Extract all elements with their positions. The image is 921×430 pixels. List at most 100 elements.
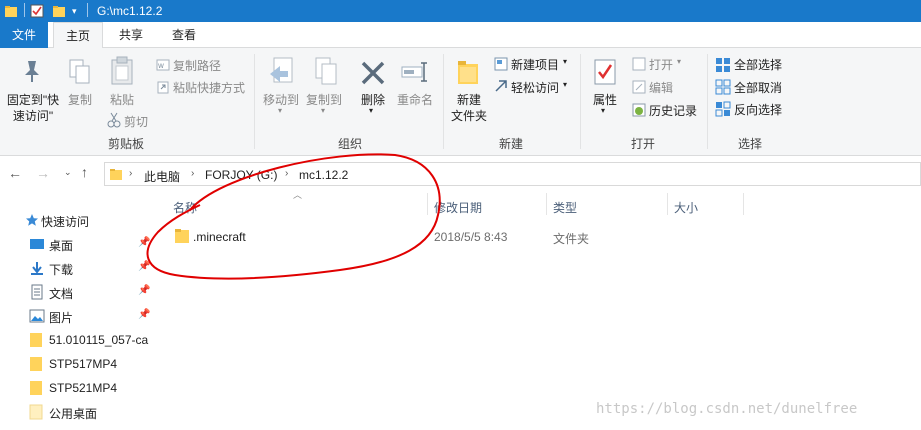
easy-access-icon: [495, 80, 507, 92]
cut-label: 剪切: [124, 115, 149, 129]
scissors-icon: [107, 112, 121, 128]
group-separator: [443, 54, 444, 149]
tab-home[interactable]: 主页: [53, 22, 103, 49]
file-date: 2018/5/5 8:43: [434, 230, 508, 244]
tab-file[interactable]: 文件: [0, 22, 48, 48]
nav-item-folder[interactable]: STP517MP4: [0, 353, 155, 375]
back-arrow-icon[interactable]: ←: [8, 165, 22, 181]
pin-label-2: 速访问": [12, 109, 54, 123]
file-name: .minecraft: [193, 230, 246, 244]
clipboard-group-label: 剪贴板: [107, 137, 144, 151]
nav-item-label: 下载: [49, 263, 74, 277]
pin-icon[interactable]: 📌: [138, 261, 150, 272]
invert-selection-label: 反向选择: [734, 103, 783, 117]
nav-item-desktop[interactable]: 桌面 📌: [0, 233, 155, 255]
forward-arrow-icon[interactable]: →: [36, 165, 50, 181]
column-header-name[interactable]: 名称: [173, 199, 197, 216]
new-folder-quick-icon[interactable]: [52, 3, 66, 19]
crumb-drive[interactable]: FORJOY (G:): [205, 168, 277, 182]
pin-icon[interactable]: 📌: [138, 309, 150, 320]
select-all-label: 全部选择: [734, 58, 783, 72]
new-folder-label-2: 文件夹: [450, 109, 487, 123]
svg-text:W: W: [158, 63, 164, 70]
pin-icon[interactable]: 📌: [138, 285, 150, 296]
up-arrow-icon[interactable]: ↑: [81, 164, 88, 180]
nav-item-folder[interactable]: STP521MP4: [0, 377, 155, 399]
pin-icon[interactable]: 📌: [138, 237, 150, 248]
nav-item-pictures[interactable]: 图片 📌: [0, 305, 155, 327]
document-icon: [31, 284, 43, 300]
group-separator: [707, 54, 708, 149]
crumb-chevron-icon[interactable]: ›: [191, 168, 194, 179]
chevron-down-icon: ▾: [677, 57, 682, 66]
nav-item-folder[interactable]: 51.010115_057-ca: [0, 329, 155, 351]
chevron-down-icon: ▾: [601, 106, 606, 115]
easy-access-label: 轻松访问: [511, 81, 560, 95]
new-folder-label: 新建: [456, 93, 481, 107]
column-header-date[interactable]: 修改日期: [434, 199, 482, 216]
new-folder-icon: [458, 61, 478, 84]
watermark: https://blog.csdn.net/dunelfree: [596, 401, 858, 417]
window-title: G:\mc1.12.2: [97, 4, 163, 18]
picture-icon: [29, 309, 45, 323]
pin-label: 固定到"快: [6, 93, 60, 107]
recent-locations-icon[interactable]: ⌄: [64, 167, 72, 178]
folder-icon: [175, 229, 189, 243]
customize-qa-icon[interactable]: ▾: [72, 3, 77, 19]
address-box[interactable]: › 此电脑 › FORJOY (G:) › mc1.12.2: [104, 162, 921, 186]
nav-quick-access-label: 快速访问: [41, 215, 90, 229]
paste-label: 粘贴: [109, 93, 134, 107]
nav-item-downloads[interactable]: 下载 📌: [0, 257, 155, 279]
crumb-this-pc[interactable]: 此电脑: [144, 168, 180, 185]
tab-share[interactable]: 共享: [108, 22, 154, 48]
select-group-label: 选择: [737, 137, 762, 151]
navigation-pane: 快速访问 桌面 📌 下载 📌 文档 📌 图片 📌 51.010115_057-c…: [0, 196, 155, 430]
nav-item-public-desktop[interactable]: 公用桌面: [0, 401, 155, 423]
nav-item-label: STP517MP4: [49, 357, 118, 371]
select-none-icon: [715, 79, 731, 95]
folder-icon: [110, 169, 122, 180]
folder-icon: [30, 357, 42, 371]
select-none-label: 全部取消: [734, 81, 783, 95]
group-separator: [580, 54, 581, 149]
crumb-chevron-icon[interactable]: ›: [285, 168, 288, 179]
chevron-down-icon: ▾: [321, 106, 326, 115]
nav-item-label: 51.010115_057-ca: [49, 333, 149, 347]
paste-shortcut-icon: [157, 81, 169, 94]
column-divider[interactable]: [427, 193, 428, 215]
column-divider[interactable]: [743, 193, 744, 215]
column-header-size[interactable]: 大小: [674, 199, 698, 216]
desktop-icon: [30, 239, 44, 249]
crumb-current-folder[interactable]: mc1.12.2: [299, 168, 348, 182]
crumb-chevron-icon[interactable]: ›: [129, 168, 132, 179]
column-header-type[interactable]: 类型: [553, 199, 577, 216]
tab-view[interactable]: 查看: [159, 22, 209, 48]
quick-access-folder-icon[interactable]: [4, 3, 18, 19]
history-label: 历史记录: [649, 104, 698, 118]
organize-group-label: 组织: [337, 137, 362, 151]
ribbon-tabs: 文件 主页 共享 查看: [0, 22, 921, 49]
chevron-down-icon: ▾: [278, 106, 283, 115]
folder-icon: [30, 333, 42, 347]
rename-icon: [401, 62, 427, 82]
edit-label: 编辑: [649, 81, 674, 95]
nav-item-label: 图片: [49, 311, 74, 325]
nav-item-label: 文档: [49, 287, 74, 301]
download-icon: [31, 262, 43, 275]
column-divider[interactable]: [546, 193, 547, 215]
copy-label: 复制: [67, 93, 92, 107]
properties-icon: [594, 59, 616, 85]
column-divider[interactable]: [667, 193, 668, 215]
address-bar-row: ← → ⌄ ↑ › 此电脑 › FORJOY (G:) › mc1.12.2: [0, 158, 921, 190]
pin-icon: [25, 61, 39, 82]
properties-quick-icon[interactable]: [30, 3, 44, 19]
nav-quick-access[interactable]: 快速访问: [0, 209, 155, 231]
folder-icon: [30, 381, 42, 395]
nav-item-documents[interactable]: 文档 📌: [0, 281, 155, 303]
star-icon: [26, 214, 38, 226]
new-item-label: 新建项目: [511, 58, 560, 72]
copy-path-icon: W: [156, 59, 170, 71]
copy-to-icon: [315, 57, 337, 85]
copy-icon: [69, 59, 90, 84]
history-icon: [632, 103, 646, 117]
